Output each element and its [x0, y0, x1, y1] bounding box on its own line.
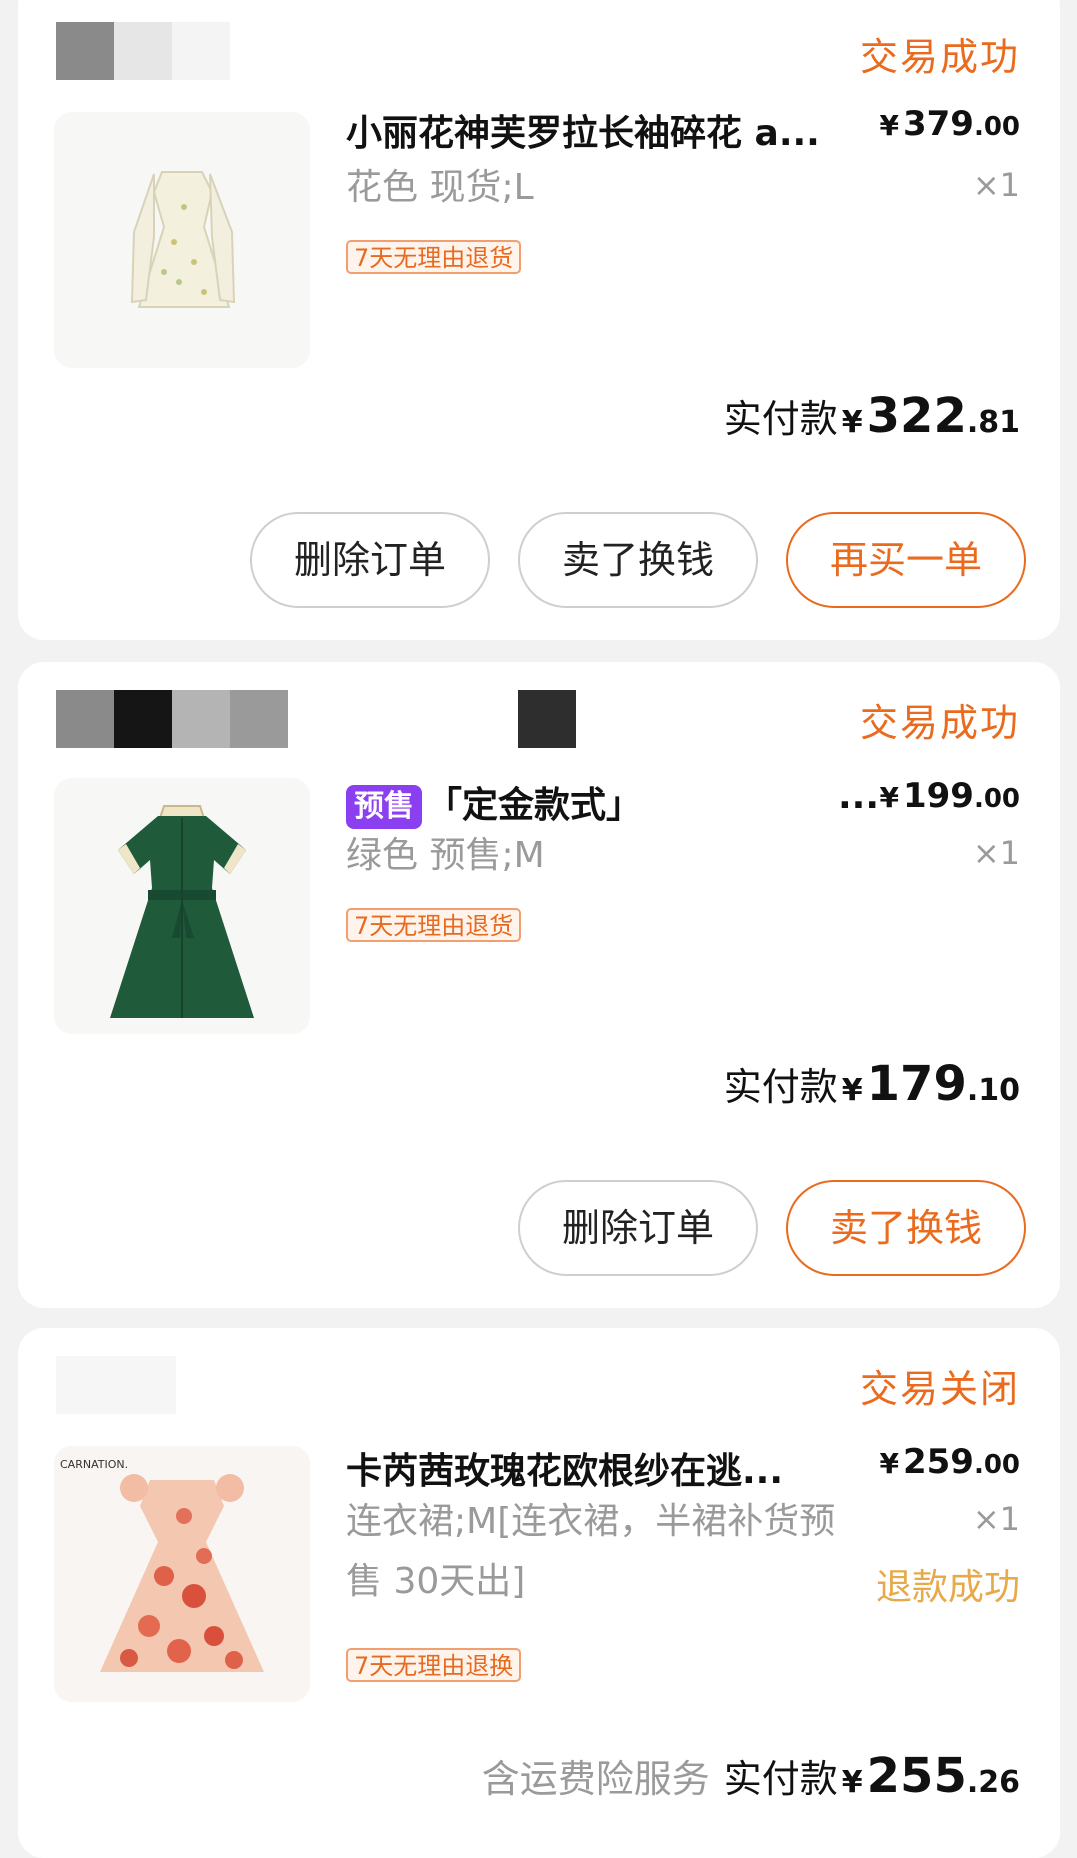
product-image[interactable]: [54, 112, 310, 368]
shop-name-blurred[interactable]: [56, 690, 576, 748]
product-image[interactable]: CARNATION.: [54, 1446, 310, 1702]
paid-label: 实付款: [723, 1065, 838, 1109]
price-integer: 379: [902, 104, 974, 144]
sell-for-cash-button[interactable]: 卖了换钱: [518, 512, 758, 608]
unit-price: ¥259.00: [879, 1442, 1020, 1482]
order-status: 交易成功: [859, 35, 1020, 79]
delete-order-button[interactable]: 删除订单: [250, 512, 490, 608]
price-integer: 259: [902, 1442, 974, 1482]
return-policy-tag: 7天无理由退货: [346, 908, 522, 942]
refund-status: 退款成功: [875, 1567, 1020, 1608]
product-spec: 连衣裙;M[连衣裙，半裙补货预售 30天出]: [346, 1501, 836, 1602]
order-card-3[interactable]: 交易关闭 CARNATION. 卡芮茜玫瑰花欧根纱在逃... ¥259.00 连…: [18, 1328, 1060, 1858]
price-decimal: .00: [973, 1450, 1020, 1480]
paid-integer: 255: [866, 1748, 967, 1804]
product-spec: 花色 现货;L: [346, 167, 534, 208]
brand-text: CARNATION.: [60, 1458, 128, 1471]
presale-badge: 预售: [346, 785, 422, 829]
quantity: ×1: [972, 1500, 1020, 1538]
paid-amount: 实付款 ¥322.81: [724, 388, 1020, 444]
price-decimal: .00: [973, 784, 1020, 814]
order-status: 交易成功: [859, 701, 1020, 745]
order-card-1[interactable]: 交易成功 小丽花神芙罗拉长袖碎花 a... ¥379.00 花色 现货;L ×1…: [18, 0, 1060, 640]
paid-amount: 含运费险服务 实付款 ¥255.26: [482, 1748, 1020, 1804]
product-title-row[interactable]: 预售 「定金款式」: [346, 776, 846, 829]
currency-symbol: ¥: [841, 1073, 863, 1108]
shipping-insurance-note: 含运费险服务: [481, 1757, 710, 1801]
buy-again-button[interactable]: 再买一单: [786, 512, 1026, 608]
unit-price: ¥379.00: [879, 104, 1020, 144]
paid-decimal: .10: [966, 1073, 1020, 1108]
currency-symbol: ¥: [841, 405, 863, 440]
product-title[interactable]: 卡芮茜玫瑰花欧根纱在逃...: [346, 1442, 846, 1494]
currency-symbol: ¥: [879, 781, 899, 814]
paid-integer: 322: [866, 388, 967, 444]
product-image[interactable]: [54, 778, 310, 1034]
return-policy-tag: 7天无理由退货: [346, 240, 522, 274]
paid-integer: 179: [866, 1056, 967, 1112]
product-title[interactable]: 小丽花神芙罗拉长袖碎花 a...: [346, 104, 876, 156]
quantity: ×1: [972, 166, 1020, 204]
sell-for-cash-button[interactable]: 卖了换钱: [786, 1180, 1026, 1276]
currency-symbol: ¥: [879, 109, 899, 142]
currency-symbol: ¥: [841, 1765, 863, 1800]
return-policy-tag: 7天无理由退换: [346, 1648, 522, 1682]
product-spec: 绿色 预售;M: [346, 835, 545, 876]
paid-label: 实付款: [723, 397, 838, 441]
unit-price: ¥199.00: [879, 776, 1020, 816]
quantity: ×1: [972, 834, 1020, 872]
order-card-2[interactable]: 交易成功 预售 「定金款式」 ... ¥199.00 绿色 预售;M ×1 7天无…: [18, 662, 1060, 1308]
price-integer: 199: [902, 776, 974, 816]
paid-decimal: .81: [966, 405, 1020, 440]
paid-label: 实付款: [723, 1757, 838, 1801]
product-title: 「定金款式」: [426, 785, 643, 826]
currency-symbol: ¥: [879, 1447, 899, 1480]
paid-decimal: .26: [966, 1765, 1020, 1800]
order-status: 交易关闭: [859, 1367, 1020, 1411]
delete-order-button[interactable]: 删除订单: [518, 1180, 758, 1276]
shop-name-blurred[interactable]: [56, 1356, 176, 1414]
paid-amount: 实付款 ¥179.10: [724, 1056, 1020, 1112]
shop-name-blurred[interactable]: [56, 22, 230, 80]
title-ellipsis: ...: [838, 776, 878, 817]
price-decimal: .00: [973, 112, 1020, 142]
